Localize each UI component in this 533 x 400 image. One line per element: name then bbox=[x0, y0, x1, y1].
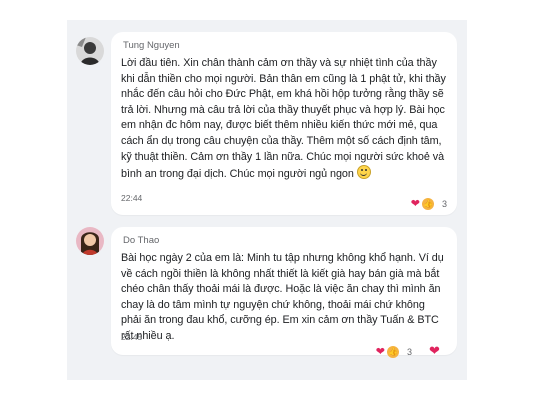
comment-author[interactable]: Tung Nguyen bbox=[123, 40, 180, 51]
grinning-face-icon bbox=[356, 165, 371, 180]
comment-text: Lời đầu tiên. Xin chân thành cảm ơn thầy… bbox=[121, 56, 447, 183]
reaction-summary[interactable]: ❤ 👍 3 bbox=[411, 198, 447, 210]
comment-time[interactable]: 22:45 bbox=[121, 332, 142, 342]
comment-time[interactable]: 22:44 bbox=[121, 193, 142, 203]
like-icon: 👍 bbox=[386, 346, 399, 358]
reaction-count: 3 bbox=[441, 199, 447, 209]
like-icon: 👍 bbox=[421, 198, 434, 210]
avatar[interactable] bbox=[76, 37, 104, 65]
comment-bubble: Tung Nguyen Lời đầu tiên. Xin chân thành… bbox=[111, 32, 457, 215]
reaction-count: 3 bbox=[406, 347, 412, 357]
avatar[interactable] bbox=[76, 227, 104, 255]
comment-text: Bài học ngày 2 của em là: Minh tu tập nh… bbox=[121, 252, 444, 342]
comment-bubble: Do Thao Bài học ngày 2 của em là: Minh t… bbox=[111, 227, 457, 355]
comment-author[interactable]: Do Thao bbox=[123, 235, 159, 246]
heart-icon: ❤ bbox=[375, 345, 385, 358]
comment-body: Lời đầu tiên. Xin chân thành cảm ơn thầy… bbox=[121, 57, 446, 181]
reaction-summary[interactable]: ❤ 👍 3 bbox=[376, 346, 412, 358]
love-react-button[interactable]: ❤ bbox=[429, 344, 440, 357]
comment-thread: Tung Nguyen Lời đầu tiên. Xin chân thành… bbox=[67, 20, 467, 380]
heart-icon: ❤ bbox=[410, 197, 420, 210]
